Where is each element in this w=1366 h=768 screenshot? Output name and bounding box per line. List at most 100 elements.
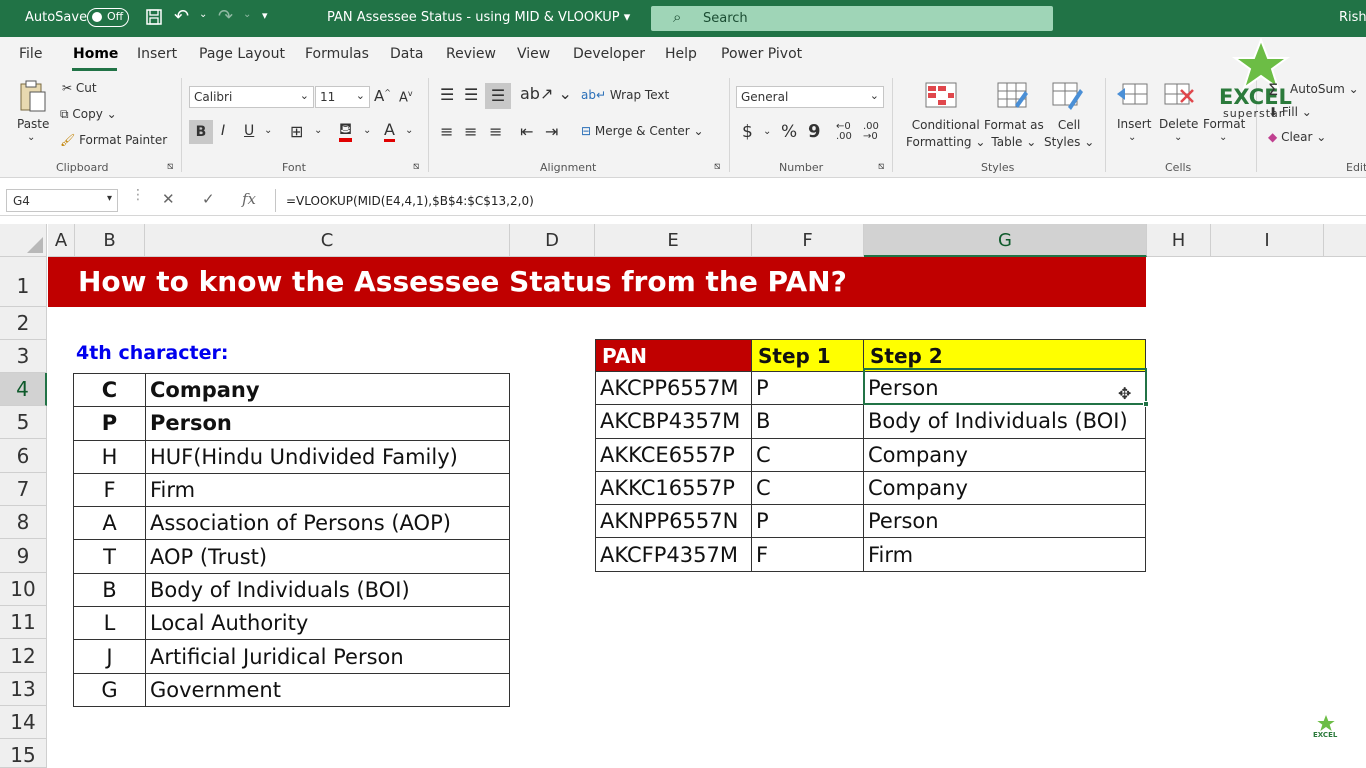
- paste-button[interactable]: Paste: [17, 117, 49, 131]
- status-code-cell[interactable]: L: [73, 606, 146, 641]
- row-header-12[interactable]: 12: [0, 639, 47, 673]
- increase-indent-icon[interactable]: ⇥: [545, 122, 558, 141]
- row-header-10[interactable]: 10: [0, 573, 47, 606]
- tab-help[interactable]: Help: [665, 46, 697, 62]
- clipboard-launcher-icon[interactable]: ⧅: [167, 161, 173, 172]
- worksheet-grid[interactable]: A B C D E F G H I 1 2 3 4 5 6 7 8 9 10 1…: [0, 224, 1366, 768]
- row-header-6[interactable]: 6: [0, 439, 47, 473]
- borders-icon[interactable]: ⊞: [290, 122, 303, 141]
- tab-home[interactable]: Home: [73, 46, 118, 62]
- copy-button[interactable]: ⧉ Copy ⌄: [60, 107, 117, 122]
- fourth-character-label[interactable]: 4th character:: [76, 342, 228, 364]
- step1-cell[interactable]: P: [751, 504, 864, 539]
- font-color-dropdown-icon[interactable]: ⌄: [405, 125, 413, 136]
- column-header-h[interactable]: H: [1147, 224, 1211, 257]
- pan-cell[interactable]: AKNPP6557N: [595, 504, 752, 539]
- redo-dropdown-icon[interactable]: ⌄: [243, 9, 251, 20]
- increase-font-icon[interactable]: A^: [374, 87, 391, 105]
- step2-cell[interactable]: Company: [863, 470, 1146, 506]
- cancel-icon[interactable]: ✕: [162, 190, 175, 208]
- more-options-icon[interactable]: ⋮: [131, 187, 145, 203]
- borders-dropdown-icon[interactable]: ⌄: [314, 125, 322, 136]
- tab-file[interactable]: File: [19, 46, 42, 62]
- column-header-a[interactable]: A: [48, 224, 75, 257]
- tab-formulas[interactable]: Formulas: [305, 46, 369, 62]
- status-code-cell[interactable]: T: [73, 539, 146, 574]
- italic-button[interactable]: I: [221, 123, 225, 139]
- save-icon[interactable]: [145, 8, 163, 30]
- step2-cell[interactable]: Company: [863, 437, 1146, 472]
- status-desc-cell[interactable]: Firm: [145, 472, 510, 508]
- align-center-icon[interactable]: ≡: [464, 122, 477, 141]
- formula-input[interactable]: =VLOOKUP(MID(E4,4,1),$B$4:$C$13,2,0): [275, 189, 1366, 212]
- delete-cells-button[interactable]: Delete: [1159, 117, 1198, 131]
- autosum-icon[interactable]: Σ: [1268, 80, 1278, 99]
- status-code-cell[interactable]: J: [73, 639, 146, 674]
- step1-cell[interactable]: B: [751, 404, 864, 439]
- format-painter-button[interactable]: 🖌 Format Painter: [60, 133, 167, 147]
- status-code-cell[interactable]: C: [73, 372, 146, 408]
- status-desc-cell[interactable]: HUF(Hindu Undivided Family): [145, 439, 510, 474]
- row-header-11[interactable]: 11: [0, 606, 47, 639]
- row-header-7[interactable]: 7: [0, 473, 47, 506]
- step1-cell[interactable]: F: [751, 537, 864, 572]
- autosave-toggle[interactable]: Off: [87, 8, 129, 27]
- decrease-indent-icon[interactable]: ⇤: [520, 122, 533, 141]
- status-desc-cell[interactable]: AOP (Trust): [145, 539, 510, 574]
- decrease-decimal-icon[interactable]: .00 →0: [863, 122, 879, 142]
- wrap-text-button[interactable]: ab↵ Wrap Text: [581, 88, 669, 102]
- pan-cell[interactable]: AKCPP6557M: [595, 370, 752, 406]
- pan-cell[interactable]: AKKCE6557P: [595, 437, 752, 472]
- fill-color-icon[interactable]: ⛾: [339, 120, 353, 142]
- align-middle-icon[interactable]: ☰: [464, 85, 478, 104]
- status-code-cell[interactable]: A: [73, 506, 146, 541]
- column-header-b[interactable]: B: [75, 224, 145, 257]
- insert-cells-icon[interactable]: [1117, 82, 1148, 112]
- pan-header[interactable]: PAN: [595, 339, 752, 372]
- decrease-font-icon[interactable]: Av: [399, 89, 413, 105]
- alignment-launcher-icon[interactable]: ⧅: [714, 161, 720, 172]
- autosum-button[interactable]: AutoSum ⌄: [1290, 82, 1359, 96]
- row-header-15[interactable]: 15: [0, 739, 47, 768]
- step1-cell[interactable]: C: [751, 437, 864, 472]
- tab-page-layout[interactable]: Page Layout: [199, 46, 285, 62]
- delete-cells-icon[interactable]: [1163, 82, 1194, 112]
- column-header-c[interactable]: C: [145, 224, 510, 257]
- column-header-e[interactable]: E: [595, 224, 752, 257]
- align-right-icon[interactable]: ≡: [489, 122, 502, 141]
- status-desc-cell[interactable]: Person: [145, 406, 510, 441]
- sheet-title-banner[interactable]: How to know the Assessee Status from the…: [48, 257, 1146, 307]
- percent-button[interactable]: %: [781, 122, 797, 142]
- paste-dropdown-icon[interactable]: ⌄: [27, 132, 35, 143]
- row-header-2[interactable]: 2: [0, 307, 47, 340]
- tab-power-pivot[interactable]: Power Pivot: [721, 46, 802, 62]
- status-desc-cell[interactable]: Body of Individuals (BOI): [145, 572, 510, 608]
- status-code-cell[interactable]: B: [73, 572, 146, 608]
- enter-icon[interactable]: ✓: [202, 190, 215, 208]
- underline-dropdown-icon[interactable]: ⌄: [264, 125, 272, 136]
- fill-color-dropdown-icon[interactable]: ⌄: [363, 125, 371, 136]
- user-name[interactable]: Rish: [1339, 10, 1366, 25]
- step2-cell[interactable]: Firm: [863, 537, 1146, 572]
- step2-cell[interactable]: Person: [863, 504, 1146, 539]
- status-desc-cell[interactable]: Government: [145, 672, 510, 707]
- tab-insert[interactable]: Insert: [137, 46, 177, 62]
- redo-icon[interactable]: ↷: [218, 6, 233, 27]
- format-as-table-icon[interactable]: [997, 81, 1028, 111]
- step2-cell[interactable]: Body of Individuals (BOI): [863, 404, 1146, 439]
- font-launcher-icon[interactable]: ⧅: [413, 161, 419, 172]
- insert-dropdown-icon[interactable]: ⌄: [1128, 132, 1136, 143]
- format-as-table-button[interactable]: Format as Table ⌄: [984, 117, 1044, 151]
- column-header-f[interactable]: F: [752, 224, 864, 257]
- status-code-cell[interactable]: G: [73, 672, 146, 707]
- underline-button[interactable]: U: [244, 123, 254, 139]
- currency-dropdown-icon[interactable]: ⌄: [763, 126, 771, 137]
- row-header-3[interactable]: 3: [0, 340, 47, 373]
- clear-button[interactable]: ◆ Clear ⌄: [1268, 130, 1326, 144]
- bold-button[interactable]: B: [189, 120, 213, 144]
- font-size-dropdown[interactable]: 11 ⌄: [315, 86, 370, 108]
- cell-styles-button[interactable]: Cell Styles ⌄: [1044, 117, 1094, 151]
- orientation-icon[interactable]: ab↗ ⌄: [520, 84, 572, 103]
- row-header-8[interactable]: 8: [0, 506, 47, 539]
- column-header-d[interactable]: D: [510, 224, 595, 257]
